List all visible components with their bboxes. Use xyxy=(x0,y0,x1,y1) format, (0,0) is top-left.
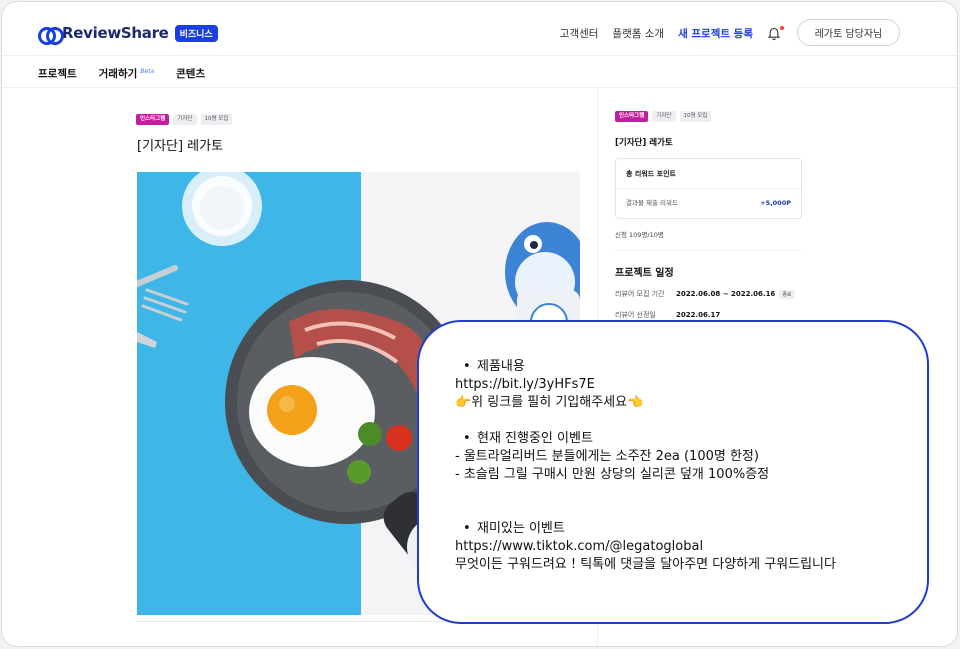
tag-recruit: 10명 모집 xyxy=(679,111,712,122)
notification-dot xyxy=(780,25,784,30)
beta-badge: Beta xyxy=(140,68,155,75)
project-title: [기자단] 레가토 xyxy=(137,139,224,154)
reward-label: 결과물 제출 리워드 xyxy=(626,199,678,207)
panel-tags: 인스타그램 기자단 10명 모집 xyxy=(615,111,712,122)
schedule-row: 리뷰어 선정일 2022.06.17 xyxy=(615,310,720,320)
tag-instagram: 인스타그램 xyxy=(136,114,170,125)
user-menu-button[interactable]: 레가토 담당자님 xyxy=(797,19,900,46)
top-nav: 고객센터 플랫폼 소개 새 프로젝트 등록 xyxy=(560,25,784,41)
link-notice: 👉위 링크를 필히 기입해주세요👈 xyxy=(455,395,644,410)
panel-title: [기자단] 레가토 xyxy=(615,138,673,148)
event-info-bubble: 제품내용 https://bit.ly/3yHFs7E 👉위 링크를 필히 기입… xyxy=(417,320,929,624)
schedule-key: 리뷰어 선정일 xyxy=(615,311,656,319)
sub-nav: 프로젝트 거래하기 Beta 콘텐츠 xyxy=(2,56,957,88)
product-link[interactable]: https://bit.ly/3yHFs7E xyxy=(455,376,927,394)
schedule-title: 프로젝트 일정 xyxy=(615,268,674,279)
tab-trade[interactable]: 거래하기 Beta xyxy=(99,66,154,81)
event-line: - 초슬림 그릴 구매시 만원 상당의 실리콘 덮개 100%증정 xyxy=(455,467,770,482)
logo[interactable]: ReviewShare 비즈니스 xyxy=(38,24,218,45)
tab-content-label: 콘텐츠 xyxy=(176,68,206,80)
tab-projects[interactable]: 프로젝트 xyxy=(38,66,77,81)
tab-content[interactable]: 콘텐츠 xyxy=(176,66,205,81)
tag-recruit: 10명 모집 xyxy=(200,114,233,125)
nav-platform-intro[interactable]: 플랫폼 소개 xyxy=(612,26,664,41)
reward-value: +5,000P xyxy=(760,199,791,207)
panel-separator xyxy=(615,250,802,251)
bell-icon[interactable] xyxy=(767,25,784,41)
app-window: ReviewShare 비즈니스 고객센터 플랫폼 소개 새 프로젝트 등록 레… xyxy=(1,1,958,647)
apply-status: 신청 109명/10명 xyxy=(615,231,664,239)
top-header: ReviewShare 비즈니스 고객센터 플랫폼 소개 새 프로젝트 등록 레… xyxy=(2,2,957,56)
business-badge: 비즈니스 xyxy=(174,24,218,42)
project-tags: 인스타그램 기자단 10명 모집 xyxy=(136,114,233,125)
tiktok-link[interactable]: https://www.tiktok.com/@legatoglobal xyxy=(455,538,927,556)
nav-new-project[interactable]: 새 프로젝트 등록 xyxy=(678,26,753,41)
tag-reporter: 기자단 xyxy=(652,111,676,122)
bullet-heading: 재미있는 이벤트 xyxy=(455,520,927,538)
reward-header: 총 리워드 포인트 xyxy=(616,159,801,189)
schedule-row: 리뷰어 모집 기간 2022.06.08 ~ 2022.06.16 종료 xyxy=(615,289,795,299)
event-line: 무엇이든 구워드려요 ! 틱톡에 댓글을 달아주면 다양하게 구워드립니다 xyxy=(455,557,836,572)
tab-trade-label: 거래하기 xyxy=(98,68,138,80)
reward-card: 총 리워드 포인트 결과물 제출 리워드 +5,000P xyxy=(615,158,802,219)
bullet-heading: 현재 진행중인 이벤트 xyxy=(455,430,927,448)
bullet-heading: 제품내용 xyxy=(455,358,927,376)
schedule-value: 2022.06.08 ~ 2022.06.16 xyxy=(676,290,776,298)
logo-icon xyxy=(38,27,64,45)
closed-badge: 종료 xyxy=(779,289,795,299)
logo-text: ReviewShare xyxy=(62,24,169,42)
reward-row: 결과물 제출 리워드 +5,000P xyxy=(616,189,801,217)
nav-customer-center[interactable]: 고객센터 xyxy=(560,26,599,41)
event-line: - 울트라얼리버드 분들에게는 소주잔 2ea (100명 한정) xyxy=(455,449,759,464)
tab-projects-label: 프로젝트 xyxy=(38,68,77,80)
tag-instagram: 인스타그램 xyxy=(615,111,649,122)
tag-reporter: 기자단 xyxy=(173,114,197,125)
schedule-key: 리뷰어 모집 기간 xyxy=(615,290,665,298)
schedule-value: 2022.06.17 xyxy=(676,311,721,319)
